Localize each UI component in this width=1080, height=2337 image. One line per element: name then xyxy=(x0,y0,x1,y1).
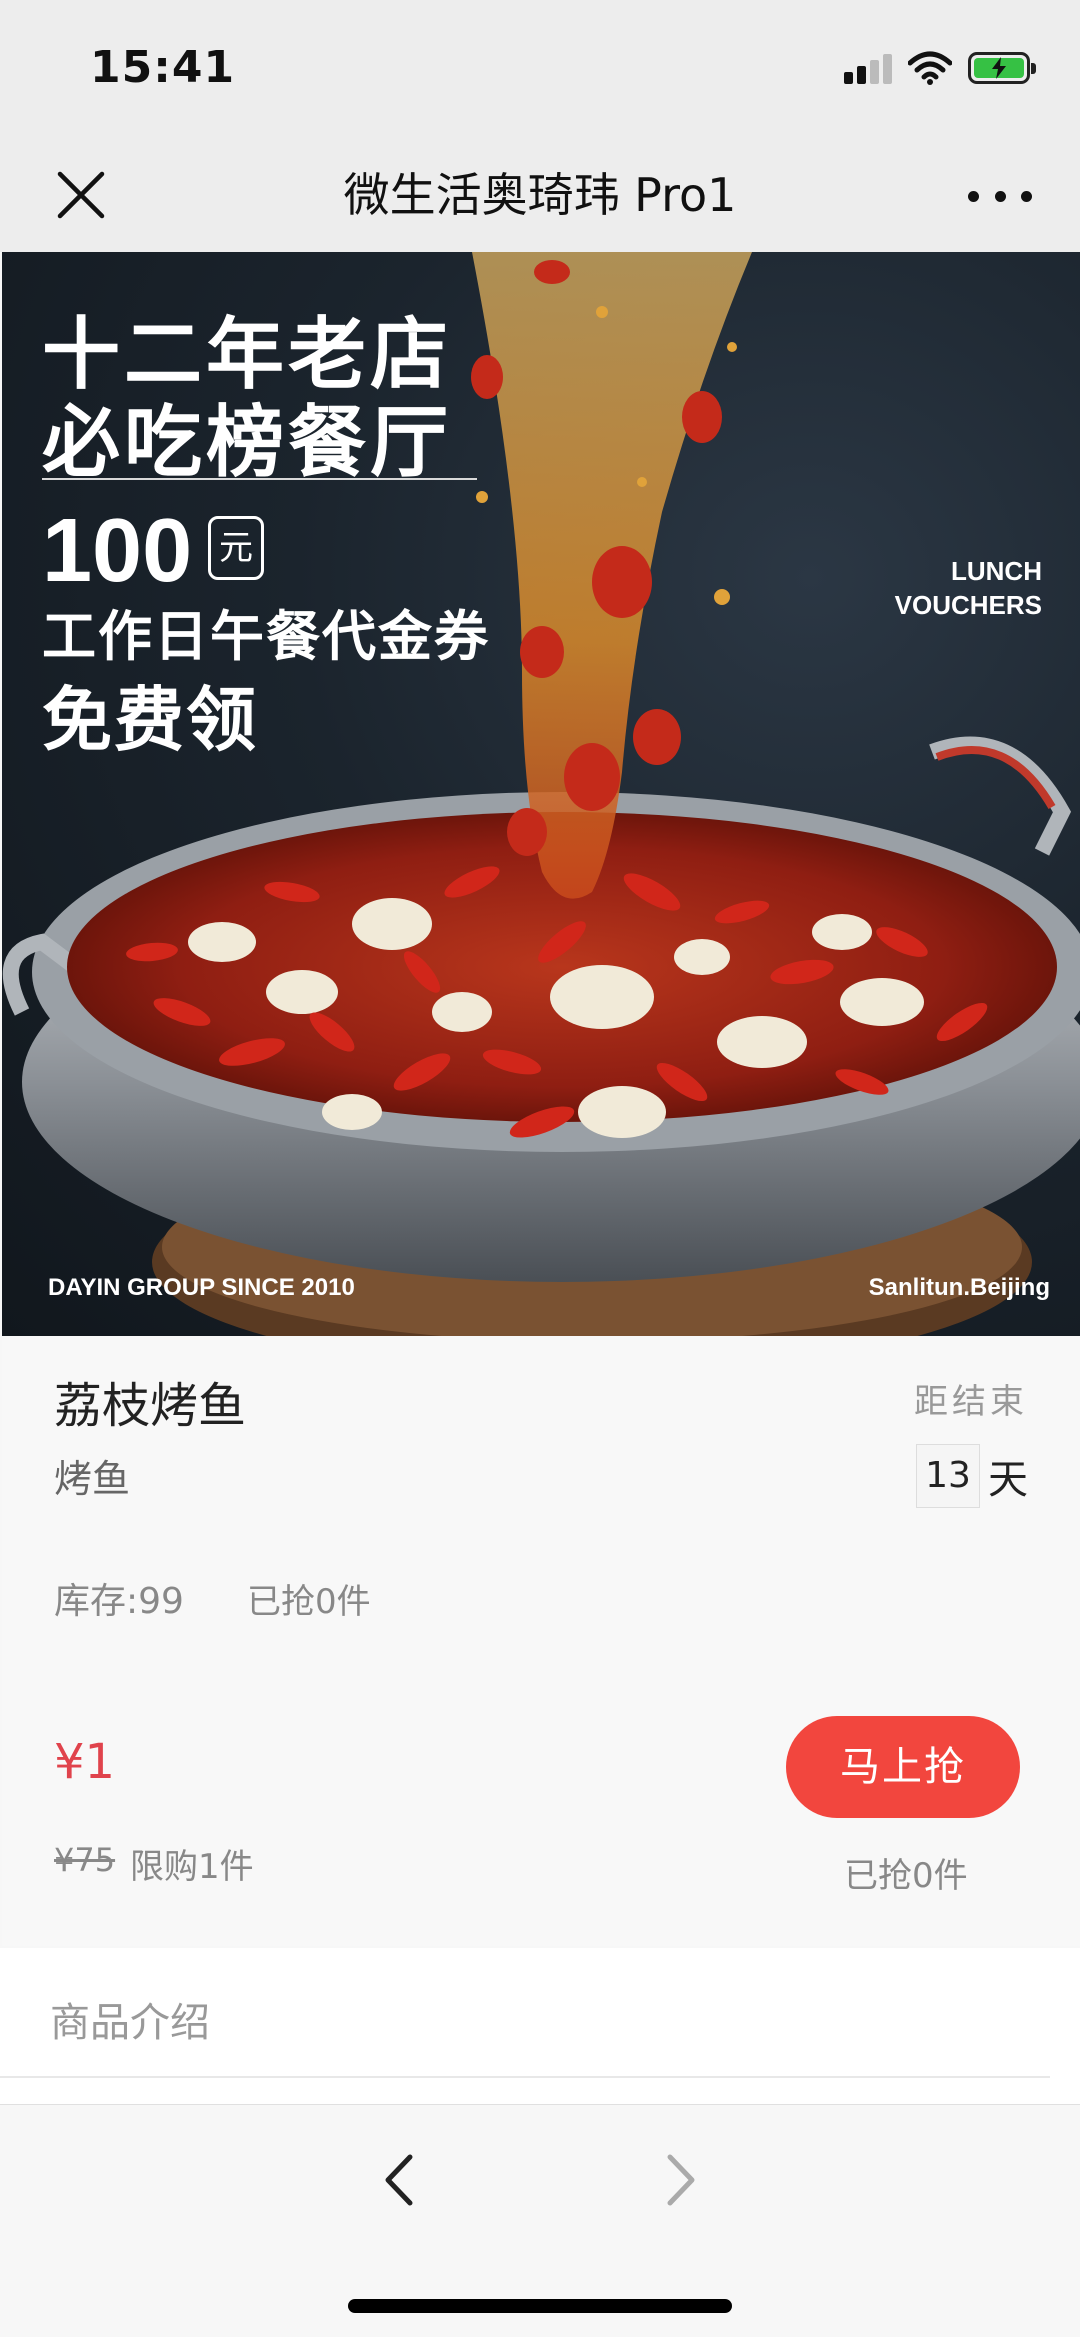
more-options-button[interactable] xyxy=(968,176,1032,216)
more-dot-icon xyxy=(994,190,1006,202)
product-banner-image: 十二年老店 必吃榜餐厅 100 元 工作日午餐代金券 免费领 LUNCH VOU… xyxy=(2,252,1080,1336)
banner-divider xyxy=(42,478,477,480)
wifi-icon xyxy=(908,51,952,85)
countdown: 13 天 xyxy=(916,1444,1028,1508)
product-info: 荔枝烤鱼 烤鱼 距结束 13 天 库存:99 已抢0件 ¥1 ¥75 限购1件 … xyxy=(2,1336,1080,1946)
countdown-label: 距结束 xyxy=(914,1382,1028,1422)
nav-bar: 微生活奥琦玮 Pro1 xyxy=(0,140,1080,252)
purchase-limit: 限购1件 xyxy=(130,1847,254,1887)
status-time: 15:41 xyxy=(90,42,236,93)
countdown-unit: 天 xyxy=(988,1457,1028,1503)
chevron-left-icon xyxy=(385,2154,413,2206)
banner-headline-2: 必吃榜餐厅 xyxy=(42,398,453,488)
banner-free-text: 免费领 xyxy=(42,679,258,761)
divider xyxy=(0,2076,1050,2078)
banner-location: Sanlitun.Beijing xyxy=(868,1274,1050,1301)
banner-lunch-line-2: VOUCHERS xyxy=(894,590,1042,620)
battery-icon xyxy=(968,52,1036,84)
countdown-days: 13 xyxy=(916,1444,980,1508)
cellular-signal-icon xyxy=(844,52,892,84)
banner-lunch-line-1: LUNCH xyxy=(951,556,1042,586)
page-title: 微生活奥琦玮 Pro1 xyxy=(343,168,737,222)
chevron-right-icon xyxy=(667,2154,695,2206)
back-button[interactable] xyxy=(370,2145,430,2215)
stock-count: 库存:99 xyxy=(54,1581,184,1622)
current-price: ¥1 xyxy=(54,1734,116,1790)
home-indicator[interactable] xyxy=(348,2299,732,2313)
forward-button[interactable] xyxy=(650,2145,710,2215)
more-dot-icon xyxy=(968,190,979,202)
banner-voucher-text: 工作日午餐代金券 xyxy=(42,605,490,668)
grabbed-count-bottom: 已抢0件 xyxy=(844,1856,968,1896)
more-dot-icon xyxy=(1021,190,1032,202)
status-icons xyxy=(844,48,1036,88)
original-price: ¥75 xyxy=(54,1841,116,1879)
buy-now-button[interactable]: 马上抢 xyxy=(786,1716,1020,1818)
product-name: 荔枝烤鱼 xyxy=(54,1378,247,1434)
product-intro-section[interactable]: 商品介绍 xyxy=(0,1948,1080,2104)
banner-brand: DAYIN GROUP SINCE 2010 xyxy=(48,1274,355,1301)
product-category: 烤鱼 xyxy=(54,1457,131,1501)
banner-amount: 100 xyxy=(42,501,193,601)
grabbed-count: 已抢0件 xyxy=(247,1582,371,1622)
banner-amount-unit: 元 xyxy=(208,516,264,580)
banner-lunch-vouchers: LUNCH VOUCHERS xyxy=(895,554,1042,622)
status-bar: 15:41 xyxy=(0,0,1080,140)
product-intro-label: 商品介绍 xyxy=(50,2000,210,2046)
